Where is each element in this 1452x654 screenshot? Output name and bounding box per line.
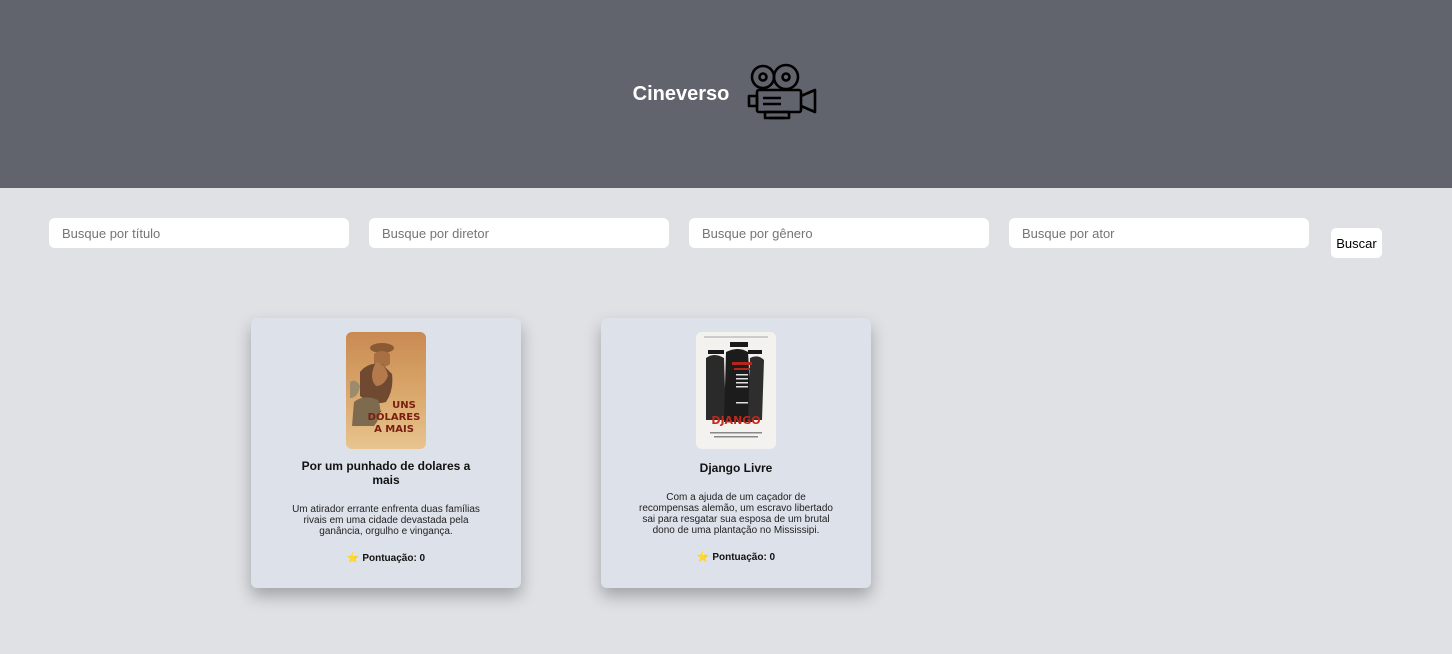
movie-camera-icon (748, 63, 817, 120)
movie-poster: UNS DÓLARES A MAIS (346, 332, 426, 449)
movie-title: Por um punhado de dolares a mais (301, 459, 471, 487)
star-icon: ⭐ (346, 553, 360, 564)
movie-score: ⭐ Pontuação: 0 (251, 553, 521, 565)
svg-text:DÓLARES: DÓLARES (368, 410, 421, 423)
movie-card[interactable]: UNS DÓLARES A MAIS Por um punhado de dol… (251, 318, 521, 588)
movie-description: Com a ajuda de um caçador de recompensas… (639, 492, 833, 536)
title-search-input[interactable] (49, 218, 349, 248)
actor-search-input[interactable] (1009, 218, 1309, 248)
svg-text:DJANGO: DJANGO (711, 414, 760, 427)
search-button[interactable]: Buscar (1331, 228, 1382, 258)
svg-text:A MAIS: A MAIS (374, 424, 414, 435)
star-icon: ⭐ (696, 552, 710, 563)
genre-search-input[interactable] (689, 218, 989, 248)
movie-description: Um atirador errante enfrenta duas famíli… (292, 504, 480, 537)
site-header: Cineverso (0, 0, 1452, 188)
svg-text:UNS: UNS (392, 400, 416, 411)
movie-poster: DJANGO (696, 332, 776, 449)
search-bar: Buscar (0, 218, 1452, 258)
poster-image: UNS DÓLARES A MAIS (346, 332, 426, 449)
score-label: Pontuação: 0 (362, 553, 426, 564)
score-label: Pontuação: 0 (712, 552, 776, 563)
movie-title: Django Livre (699, 461, 773, 475)
site-title: Cineverso (632, 82, 730, 105)
movie-card[interactable]: DJANGO Django Livre Com a ajuda de um ca… (601, 318, 871, 588)
brand: Cineverso (633, 63, 820, 125)
movie-score: ⭐ Pontuação: 0 (601, 552, 871, 564)
director-search-input[interactable] (369, 218, 669, 248)
poster-image: DJANGO (696, 332, 776, 449)
